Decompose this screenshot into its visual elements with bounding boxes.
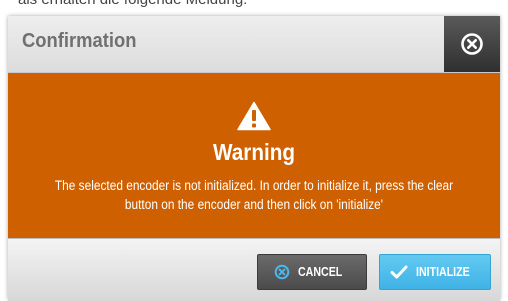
warning-heading: Warning (212, 139, 296, 165)
cancel-button-label: CANCEL (297, 265, 343, 279)
dialog-header: Confirmation (8, 16, 500, 73)
dialog-title: Confirmation (22, 30, 137, 52)
page-background-text: als erhalten die folgende Meldung: (18, 0, 247, 8)
confirmation-dialog: Confirmation Warning The selected encode… (8, 16, 500, 301)
checkmark-icon (390, 265, 408, 279)
dialog-footer: CANCEL INITIALIZE (8, 238, 500, 301)
cancel-circle-icon (274, 264, 290, 280)
warning-triangle-icon (237, 101, 271, 131)
cancel-button[interactable]: CANCEL (257, 254, 367, 290)
close-button[interactable] (444, 16, 500, 72)
initialize-button[interactable]: INITIALIZE (379, 254, 491, 290)
warning-banner: Warning The selected encoder is not init… (8, 73, 500, 238)
warning-message: The selected encoder is not initialized.… (54, 178, 454, 212)
initialize-button-label: INITIALIZE (416, 265, 471, 279)
close-circle-icon (461, 33, 483, 55)
